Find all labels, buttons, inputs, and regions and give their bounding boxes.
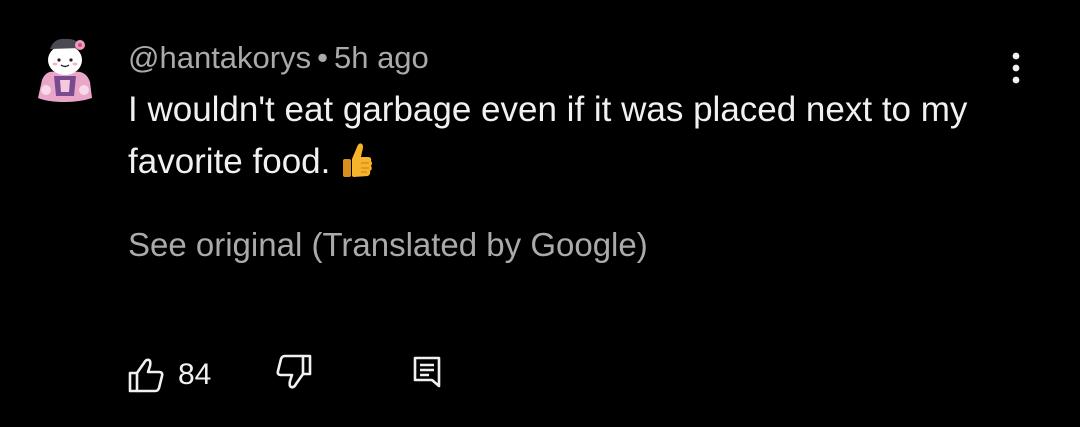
like-count: 84 [178, 358, 212, 391]
comment-text: I wouldn't eat garbage even if it was pl… [128, 90, 968, 181]
avatar[interactable] [34, 36, 96, 102]
comment-author[interactable]: @hantakorys [128, 40, 311, 75]
comment-meta: @hantakorys • 5h ago [128, 38, 429, 78]
dislike-button[interactable] [272, 352, 316, 396]
reply-button[interactable] [410, 352, 444, 392]
like-button[interactable]: 84 [126, 352, 211, 398]
thumbs-up-emoji-icon [340, 139, 374, 181]
avatar-image [38, 38, 92, 102]
reply-comment-icon [413, 356, 441, 388]
meta-separator: • [317, 40, 328, 75]
comment-time: 5h ago [333, 40, 429, 75]
thumbs-up-outline-icon [128, 358, 164, 393]
see-original-link[interactable]: See original (Translated by Google) [128, 222, 648, 268]
comment-text-block: I wouldn't eat garbage even if it was pl… [128, 84, 1008, 188]
thumbs-down-outline-icon [276, 354, 312, 389]
